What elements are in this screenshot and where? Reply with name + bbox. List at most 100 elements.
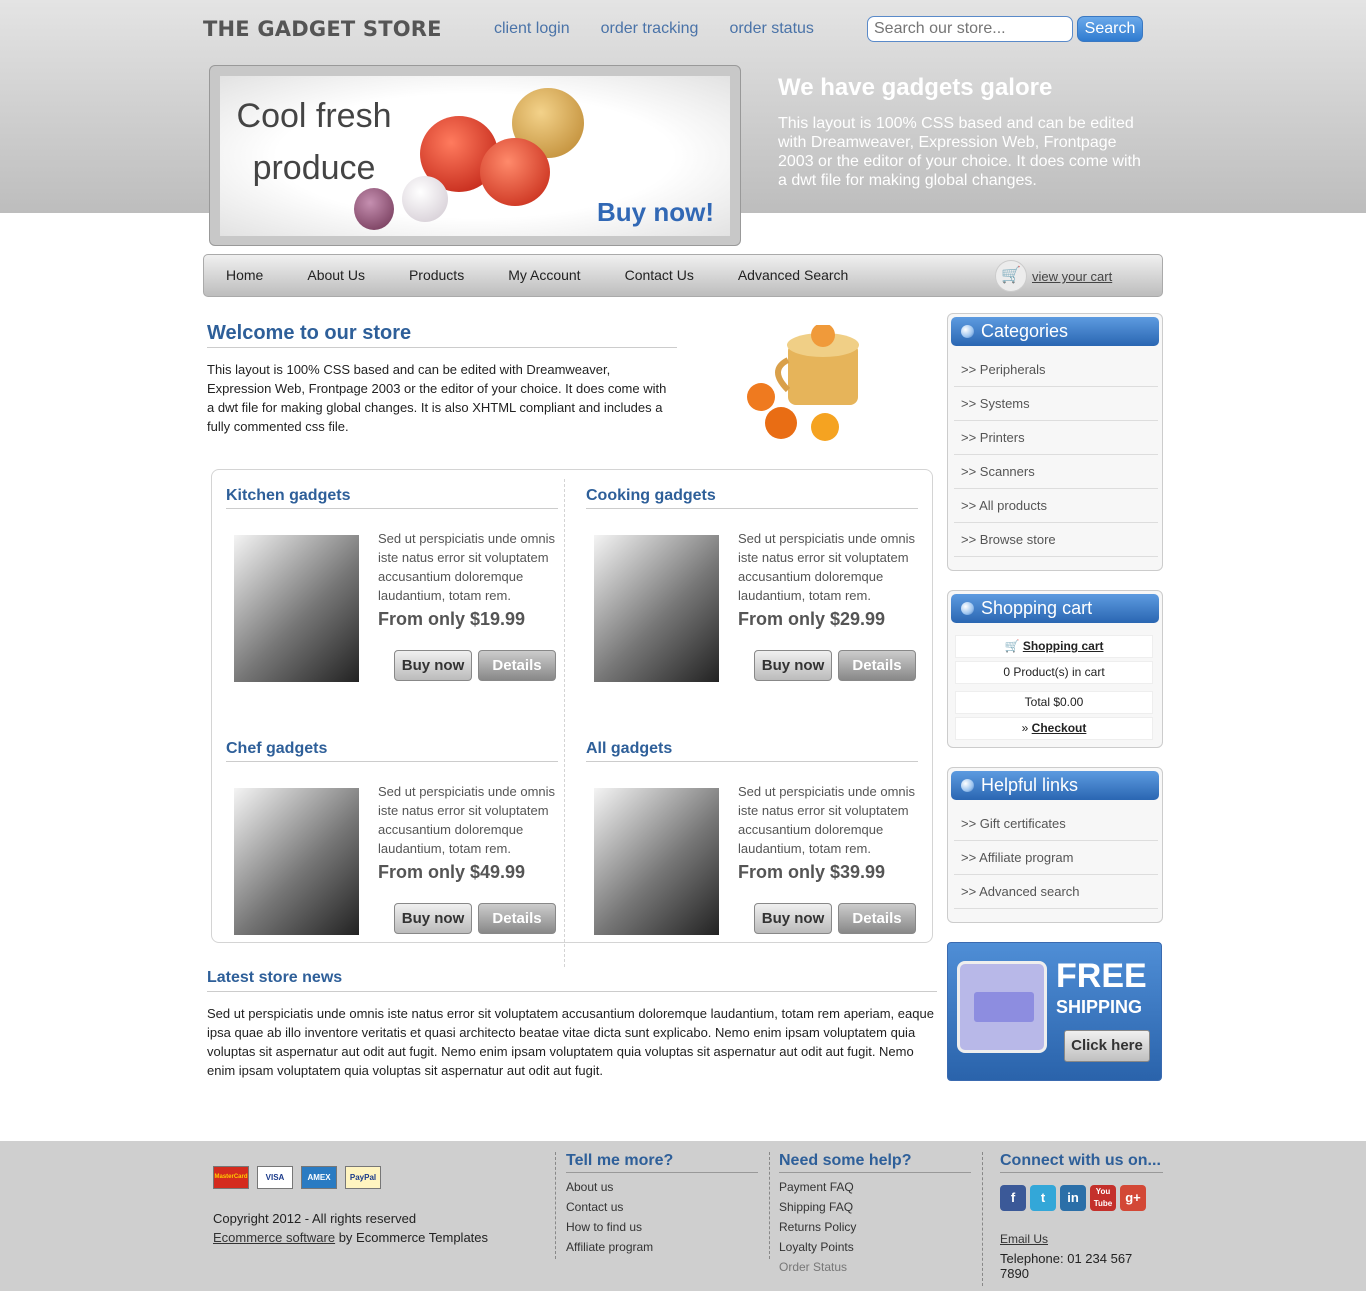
linkedin-icon[interactable]: in [1060,1185,1086,1211]
footer-divider [555,1152,556,1259]
copyright: Copyright 2012 - All rights reserved Eco… [213,1209,488,1247]
details-button[interactable]: Details [838,650,916,681]
youtube-icon[interactable]: You Tube [1090,1185,1116,1211]
intro-text: This layout is 100% CSS based and can be… [778,115,1141,189]
product-price: From only $29.99 [738,609,886,629]
mixer-image[interactable] [594,788,719,935]
welcome-text: This layout is 100% CSS based and can be… [207,362,667,434]
product-description: Sed ut perspiciatis unde omnis iste natu… [738,531,916,603]
nav-about-us[interactable]: About Us [307,267,365,283]
footer-link-returns[interactable]: Returns Policy [779,1217,971,1237]
footer-link-order-status[interactable]: Order Status [779,1257,971,1277]
nav-home[interactable]: Home [226,267,263,283]
free-shipping-promo[interactable]: FREE SHIPPING Click here [947,942,1162,1081]
footer-link-about[interactable]: About us [566,1177,758,1197]
order-status-link[interactable]: order status [729,20,813,38]
google-plus-icon[interactable]: g+ [1120,1185,1146,1211]
footer-col-title: Need some help? [779,1152,971,1173]
category-scanners[interactable]: >> Scanners [954,455,1158,489]
email-us-link[interactable]: Email Us [1000,1229,1163,1249]
software-credit: Ecommerce software by Ecommerce Template… [213,1228,488,1247]
intro-title: We have gadgets galore [778,74,1053,101]
top-links: client login order tracking order status [494,20,814,38]
cart-total: Total $0.00 [955,691,1153,714]
footer-link-find-us[interactable]: How to find us [566,1217,758,1237]
product-price: From only $39.99 [738,862,886,882]
details-button[interactable]: Details [838,903,916,934]
product-title[interactable]: All gadgets [586,740,918,762]
grid-divider [564,479,565,967]
shopping-cart-box: Shopping cart 🛒 Shopping cart 0 Product(… [947,590,1163,748]
details-button[interactable]: Details [478,650,556,681]
tomato-image-2 [480,138,550,206]
nav-products[interactable]: Products [409,267,464,283]
product-description: Sed ut perspiciatis unde omnis iste natu… [738,784,916,856]
shopping-cart-link[interactable]: Shopping cart [1023,639,1104,653]
welcome-title: Welcome to our store [207,322,677,348]
buy-now-button[interactable]: Buy now [754,650,832,681]
mastercard-icon: MasterCard [213,1166,249,1189]
cart-icon[interactable]: 🛒 [995,260,1027,292]
category-all-products[interactable]: >> All products [954,489,1158,523]
footer-link-loyalty[interactable]: Loyalty Points [779,1237,971,1257]
banner-image: Cool fresh produce Buy now! [220,76,730,236]
view-cart-link[interactable]: view your cart [1032,269,1112,284]
buy-now-button[interactable]: Buy now [394,903,472,934]
client-login-link[interactable]: client login [494,20,570,38]
ecommerce-software-link[interactable]: Ecommerce software [213,1230,335,1245]
footer-link-contact[interactable]: Contact us [566,1197,758,1217]
buy-now-button[interactable]: Buy now [754,903,832,934]
footer-divider [982,1152,983,1286]
product-title[interactable]: Kitchen gadgets [226,487,558,509]
checkout-row: » Checkout [955,717,1153,740]
social-icons: f t in You Tube g+ [1000,1185,1163,1211]
product-title[interactable]: Chef gadgets [226,740,558,762]
news-text: Sed ut perspiciatis unde omnis iste natu… [207,1006,934,1078]
promo-banner[interactable]: Cool fresh produce Buy now! [209,65,741,246]
facebook-icon[interactable]: f [1000,1185,1026,1211]
helpful-links-box: Helpful links >> Gift certificates >> Af… [947,767,1163,923]
category-systems[interactable]: >> Systems [954,387,1158,421]
page-wrapper: THE GADGET STORE client login order trac… [203,0,1163,1291]
nav-advanced-search[interactable]: Advanced Search [738,267,849,283]
product-card: Chef gadgets Sed ut perspiciatis unde om… [226,740,558,960]
copyright-text: Copyright 2012 - All rights reserved [213,1211,417,1226]
helpful-links-heading: Helpful links [951,771,1159,800]
footer-link-affiliate[interactable]: Affiliate program [566,1237,758,1257]
search-button[interactable]: Search [1077,16,1143,42]
category-peripherals[interactable]: >> Peripherals [954,353,1158,387]
checkout-arrow: » [1021,721,1029,735]
grater-image[interactable] [594,535,719,682]
nav-contact-us[interactable]: Contact Us [625,267,694,283]
product-description: Sed ut perspiciatis unde omnis iste natu… [378,784,556,856]
categories-list: >> Peripherals >> Systems >> Printers >>… [954,353,1158,557]
footer-link-payment-faq[interactable]: Payment FAQ [779,1177,971,1197]
whisk-image[interactable] [234,788,359,935]
cart-link-row[interactable]: 🛒 Shopping cart [955,635,1153,658]
details-button[interactable]: Details [478,903,556,934]
category-browse-store[interactable]: >> Browse store [954,523,1158,557]
order-tracking-link[interactable]: order tracking [601,20,699,38]
click-here-button[interactable]: Click here [1064,1030,1150,1062]
banner-buy-now[interactable]: Buy now! [597,197,714,228]
link-affiliate-program[interactable]: >> Affiliate program [954,841,1158,875]
twitter-icon[interactable]: t [1030,1185,1056,1211]
truck-icon [957,961,1047,1053]
categories-box: Categories >> Peripherals >> Systems >> … [947,313,1163,571]
cart-count: 0 Product(s) in cart [955,661,1153,684]
search-input[interactable] [867,16,1073,42]
link-gift-certificates[interactable]: >> Gift certificates [954,807,1158,841]
colander-image[interactable] [234,535,359,682]
store-logo[interactable]: THE GADGET STORE [203,17,442,41]
footer-link-shipping-faq[interactable]: Shipping FAQ [779,1197,971,1217]
garlic-image [402,176,448,222]
category-printers[interactable]: >> Printers [954,421,1158,455]
footer-col-title: Connect with us on... [1000,1152,1163,1173]
news-title: Latest store news [207,969,937,992]
nav-my-account[interactable]: My Account [508,267,580,283]
product-title[interactable]: Cooking gadgets [586,487,918,509]
link-advanced-search[interactable]: >> Advanced search [954,875,1158,909]
checkout-link[interactable]: Checkout [1032,721,1087,735]
buy-now-button[interactable]: Buy now [394,650,472,681]
footer-divider [769,1152,770,1259]
